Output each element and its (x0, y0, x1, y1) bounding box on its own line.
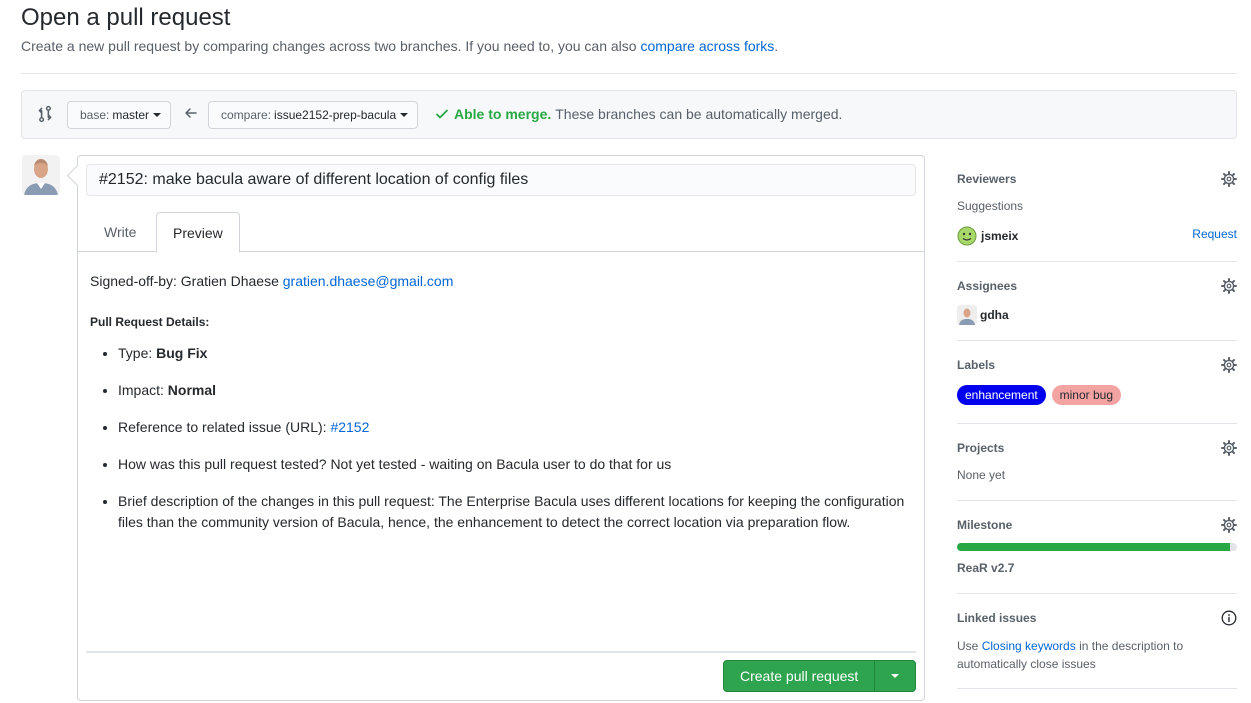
create-options-dropdown[interactable] (875, 661, 915, 691)
sidebar-milestone: Milestone ReaR v2.7 (957, 517, 1237, 594)
list-item: How was this pull request tested? Not ye… (118, 454, 916, 475)
page-subtitle: Create a new pull request by comparing c… (21, 38, 778, 54)
base-branch-select[interactable]: base: master (67, 101, 172, 129)
gear-icon[interactable] (1221, 517, 1237, 533)
projects-value: None yet (957, 468, 1006, 482)
merge-status: Able to merge. These branches can be aut… (435, 106, 842, 122)
list-item: Brief description of the changes in this… (118, 491, 916, 533)
tab-preview[interactable]: Preview (156, 212, 240, 253)
gear-icon[interactable] (1221, 357, 1237, 373)
closing-keywords-link[interactable]: Closing keywords (982, 639, 1076, 653)
base-label: base: (80, 108, 110, 122)
compare-value: issue2152-prep-bacula (274, 108, 397, 122)
pull-request-composer: #2152: make bacula aware of different lo… (77, 155, 925, 701)
item-impact-prefix: Impact: (118, 382, 168, 398)
milestone-name[interactable]: ReaR v2.7 (957, 561, 1014, 575)
create-pull-request-group: Create pull request (723, 660, 917, 692)
item-type-prefix: Type: (118, 345, 157, 361)
range-editor: base: master compare: issue2152-prep-bac… (21, 90, 1237, 139)
reviewer-name[interactable]: jsmeix (981, 229, 1018, 243)
list-item: Impact: Normal (118, 380, 916, 401)
gear-icon[interactable] (1221, 440, 1237, 456)
assignee-avatar-icon (957, 305, 977, 325)
item-tested-text: How was this pull request tested? Not ye… (118, 456, 672, 472)
avatar[interactable] (22, 155, 60, 195)
gear-icon[interactable] (1221, 171, 1237, 187)
page-title: Open a pull request (21, 4, 231, 31)
item-type-value: Bug Fix (156, 345, 208, 361)
caret-down-icon (400, 113, 409, 117)
reviewer-suggestion: jsmeix (957, 226, 1018, 246)
editor-tabs: Write Preview (78, 212, 924, 253)
merge-status-detail: These branches can be automatically merg… (555, 106, 843, 122)
sidebar-linked-issues: Linked issues Use Closing keywords in th… (957, 610, 1237, 689)
git-compare-icon (38, 105, 52, 123)
milestone-title: Milestone (957, 518, 1013, 532)
label-enhancement[interactable]: enhancement (957, 385, 1046, 405)
compare-across-forks-link[interactable]: compare across forks (640, 38, 774, 54)
reviewers-title: Reviewers (957, 172, 1017, 186)
request-review-link[interactable]: Request (1192, 227, 1237, 241)
milestone-progress-bar (957, 543, 1237, 551)
composer-divider (86, 651, 916, 653)
sidebar-assignees: Assignees gdha (957, 278, 1237, 341)
gear-icon[interactable] (1221, 278, 1237, 294)
labels-title: Labels (957, 358, 996, 372)
compare-label: compare: (221, 108, 272, 122)
arrow-left-icon (185, 108, 197, 118)
caret-down-icon (153, 113, 162, 117)
issue-link[interactable]: #2152 (330, 419, 369, 435)
milestone-progress-fill (957, 543, 1230, 551)
linked-issues-title: Linked issues (957, 611, 1037, 625)
sidebar-reviewers: Reviewers Suggestions jsmeix Request (957, 171, 1237, 262)
subtitle-end: . (774, 38, 779, 54)
caret-down-icon (891, 674, 900, 678)
pr-title-input[interactable]: #2152: make bacula aware of different lo… (86, 164, 916, 196)
assignee-name[interactable]: gdha (980, 308, 1009, 322)
header-divider (21, 73, 1237, 74)
list-item: Type: Bug Fix (118, 343, 916, 364)
linked-issues-text-before: Use (957, 639, 979, 653)
subtitle-text: Create a new pull request by comparing c… (21, 38, 637, 54)
sidebar-projects: Projects None yet (957, 440, 1237, 501)
compare-branch-select[interactable]: compare: issue2152-prep-bacula (208, 101, 419, 129)
check-icon (436, 109, 448, 119)
create-pull-request-button[interactable]: Create pull request (724, 661, 876, 691)
signoff-line: Signed-off-by: Gratien Dhaese gratien.dh… (90, 271, 916, 292)
suggestions-label: Suggestions (957, 199, 1024, 213)
info-icon[interactable] (1221, 610, 1237, 626)
signoff-email-link[interactable]: gratien.dhaese@gmail.com (283, 273, 454, 289)
projects-title: Projects (957, 441, 1005, 455)
linked-issues-help: Use Closing keywords in the description … (957, 637, 1207, 673)
details-list: Type: Bug Fix Impact: Normal Reference t… (90, 343, 916, 533)
labels-list: enhancement minor bug (957, 385, 1123, 405)
signoff-text: Signed-off-by: Gratien Dhaese (90, 273, 279, 289)
details-heading: Pull Request Details: (90, 315, 210, 329)
sidebar-labels: Labels enhancement minor bug (957, 357, 1237, 424)
base-value: master (112, 108, 150, 122)
list-item: Reference to related issue (URL): #2152 (118, 417, 916, 438)
preview-body: Signed-off-by: Gratien Dhaese gratien.dh… (90, 271, 916, 549)
label-minor-bug[interactable]: minor bug (1051, 385, 1121, 405)
assignees-title: Assignees (957, 279, 1018, 293)
item-reference-prefix: Reference to related issue (URL): (118, 419, 331, 435)
item-description-text: Brief description of the changes in this… (118, 493, 905, 530)
merge-status-label: Able to merge. (454, 106, 552, 122)
reviewer-avatar-icon (957, 226, 977, 246)
item-impact-value: Normal (167, 382, 217, 398)
assignee: gdha (957, 305, 1009, 325)
user-avatar-image (22, 155, 60, 195)
tab-write[interactable]: Write (88, 212, 152, 252)
